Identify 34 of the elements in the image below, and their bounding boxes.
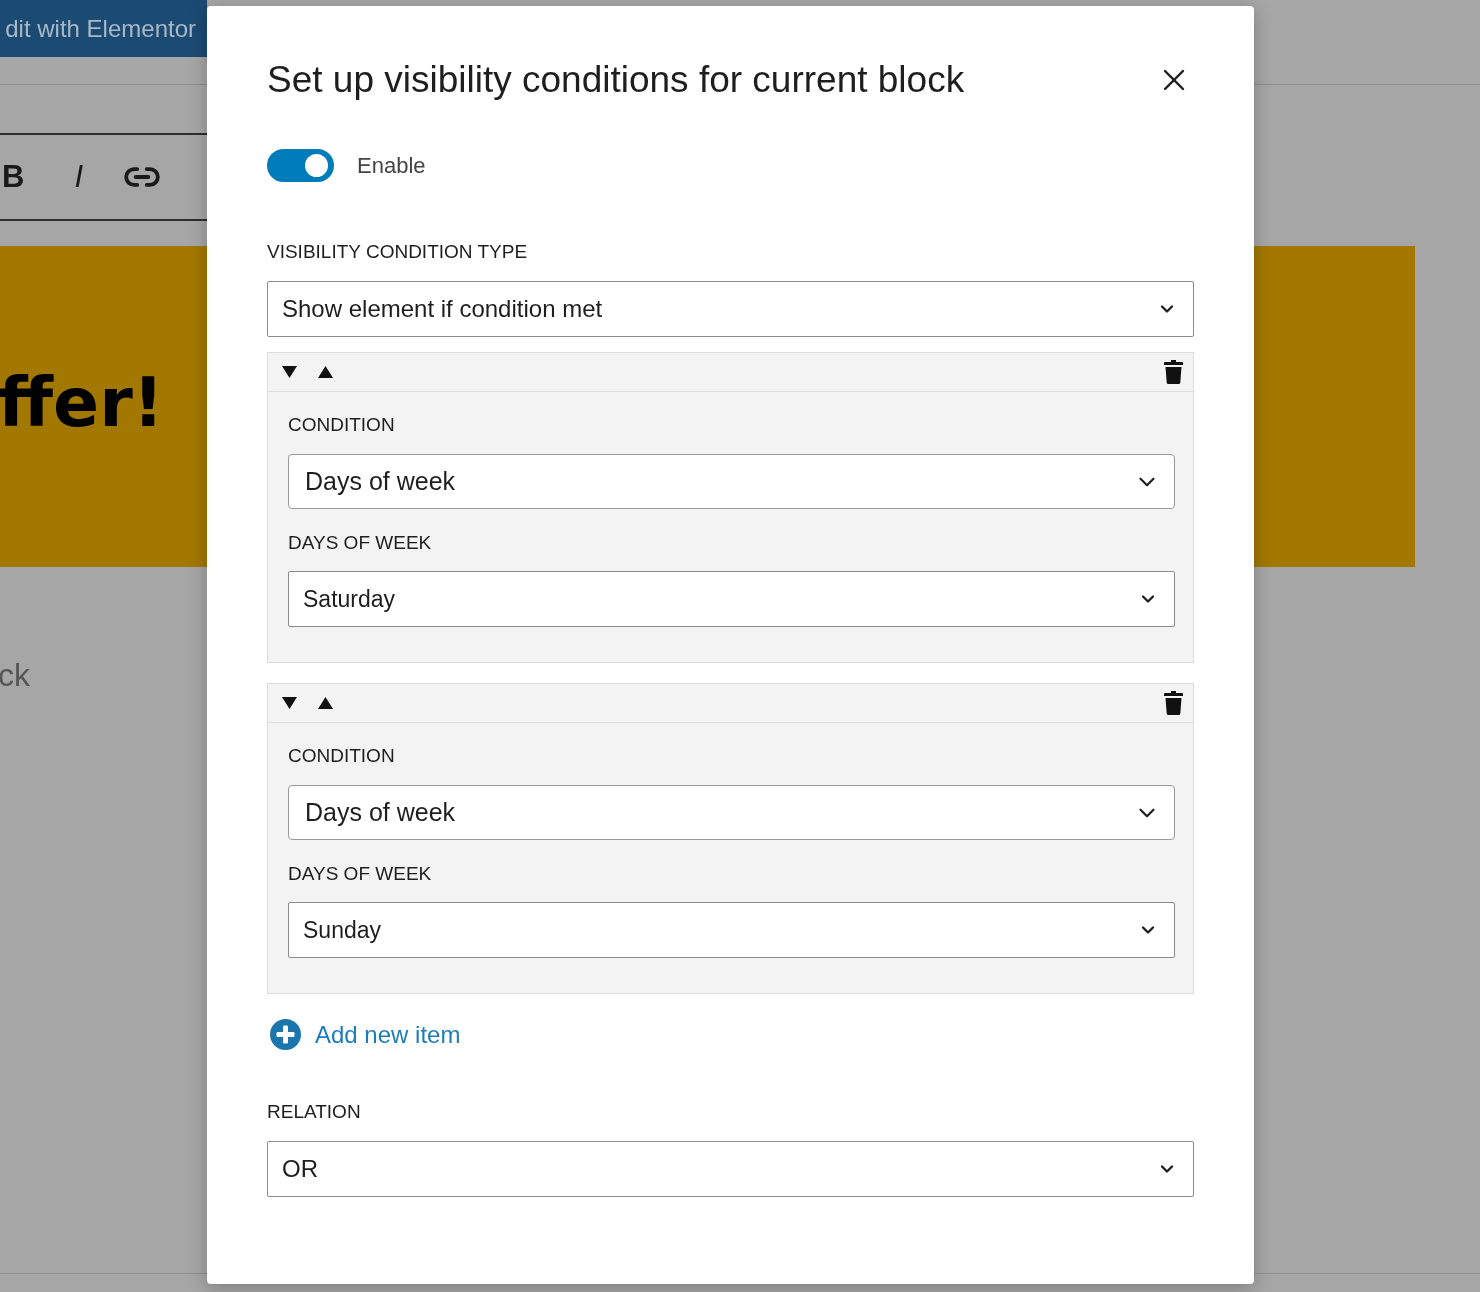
delete-button[interactable]	[1164, 691, 1183, 715]
triangle-up-icon	[318, 366, 333, 378]
move-down-button[interactable]	[282, 697, 297, 709]
day-select[interactable]: Saturday	[288, 571, 1175, 627]
delete-button[interactable]	[1164, 360, 1183, 384]
field-label: CONDITION	[288, 744, 396, 768]
edit-button[interactable]: dit with Elementor	[0, 0, 207, 57]
trash-icon	[1164, 360, 1183, 384]
field-label: DAYS OF WEEK	[288, 531, 433, 555]
condition-select[interactable]: Days of week	[288, 454, 1175, 509]
plus-circle-icon	[270, 1019, 301, 1050]
italic-button[interactable]: I	[74, 159, 83, 195]
toggle-label: Enable	[357, 152, 426, 179]
move-down-button[interactable]	[282, 366, 297, 378]
move-up-button[interactable]	[318, 697, 333, 709]
condition-type-select[interactable]: Show element if condition met	[267, 281, 1194, 337]
banner-heading: ffer!	[0, 368, 164, 437]
add-item-link[interactable]: Add new item	[267, 1019, 461, 1050]
relation-select[interactable]: OR	[267, 1141, 1194, 1197]
field-label: DAYS OF WEEK	[288, 862, 433, 886]
enable-toggle[interactable]	[267, 149, 334, 182]
modal-title: Set up visibility conditions for current block	[267, 59, 965, 101]
paragraph-text: ck	[0, 656, 30, 695]
triangle-up-icon	[318, 697, 333, 709]
field-label: RELATION	[267, 1100, 362, 1124]
day-select[interactable]: Sunday	[288, 902, 1175, 958]
triangle-down-icon	[282, 366, 297, 378]
move-up-button[interactable]	[318, 366, 333, 378]
trash-icon	[1164, 691, 1183, 715]
condition-select[interactable]: Days of week	[288, 785, 1175, 840]
triangle-down-icon	[282, 697, 297, 709]
bold-button[interactable]: B	[2, 159, 25, 195]
field-label: VISIBILITY CONDITION TYPE	[267, 240, 529, 264]
field-label: CONDITION	[288, 413, 396, 437]
